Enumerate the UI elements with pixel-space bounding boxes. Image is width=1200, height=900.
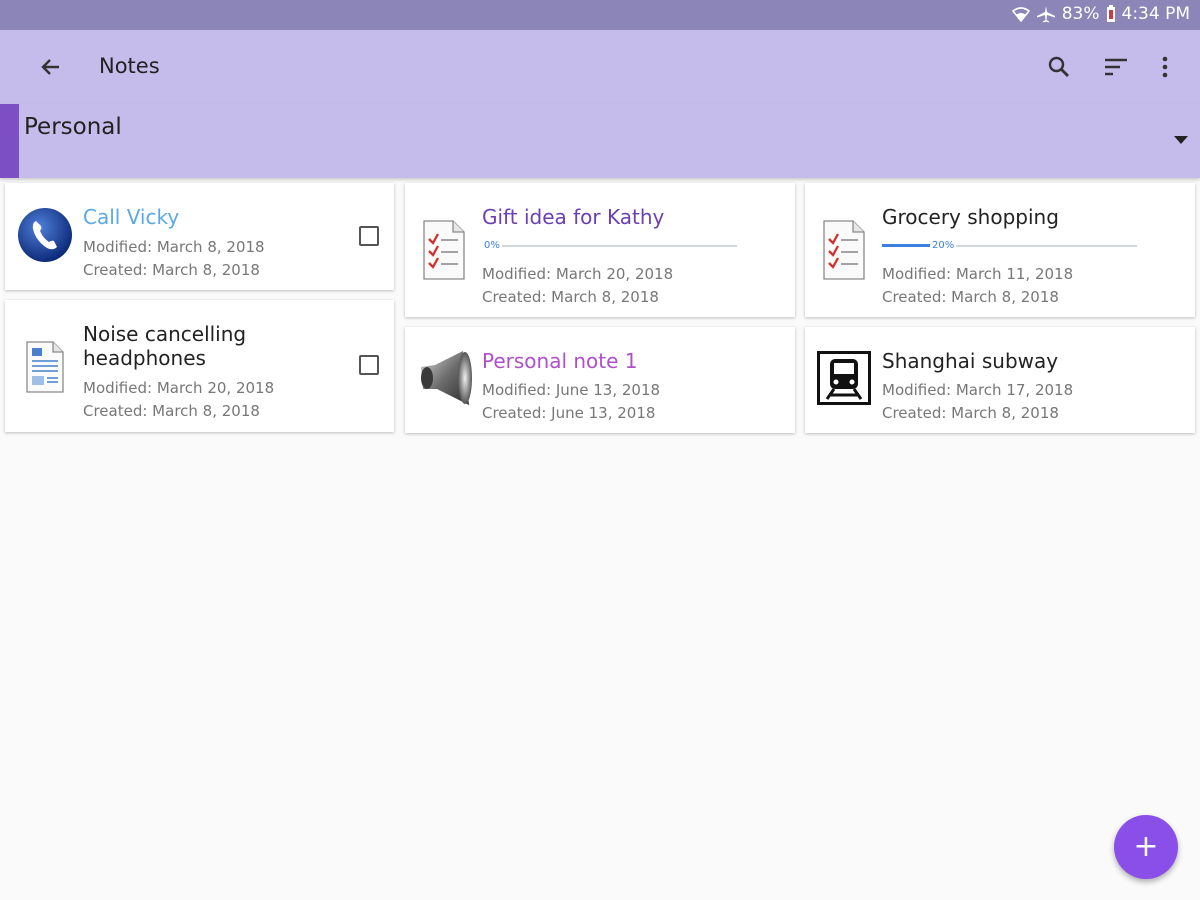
note-card[interactable]: Call Vicky Modified: March 8, 2018 Creat…	[5, 183, 394, 290]
plus-icon: +	[1133, 829, 1159, 864]
battery-percent: 83%	[1061, 4, 1100, 24]
note-checkbox[interactable]	[359, 226, 379, 246]
airplane-icon	[1036, 5, 1056, 23]
note-title: Personal note 1	[482, 349, 638, 373]
note-card[interactable]: Shanghai subway Modified: March 17, 2018…	[805, 327, 1195, 433]
note-modified: Modified: March 17, 2018	[882, 381, 1074, 399]
train-icon	[817, 351, 871, 409]
note-modified: Modified: March 8, 2018	[83, 238, 265, 256]
note-title: Noise cancelling headphones	[83, 322, 247, 370]
note-created: Created: March 8, 2018	[83, 402, 260, 420]
phone-icon	[17, 207, 73, 267]
document-icon	[23, 340, 67, 398]
speaker-icon	[415, 347, 473, 415]
note-title: Grocery shopping	[882, 205, 1059, 229]
note-title: Shanghai subway	[882, 349, 1059, 373]
note-modified: Modified: March 20, 2018	[482, 265, 674, 283]
progress-fill	[882, 244, 933, 247]
battery-icon	[1106, 5, 1116, 23]
note-card[interactable]: Gift idea for Kathy 0% Modified: March 2…	[405, 183, 795, 317]
back-arrow-icon[interactable]	[36, 52, 66, 82]
note-progress: 0%	[482, 239, 737, 253]
status-bar: 83% 4:34 PM	[0, 0, 1200, 30]
note-created: Created: March 8, 2018	[482, 288, 659, 306]
note-card[interactable]: Grocery shopping 20% Modified: March 11,…	[805, 183, 1195, 317]
checklist-icon	[419, 217, 469, 285]
search-icon[interactable]	[1044, 52, 1074, 82]
progress-label: 0%	[482, 239, 502, 253]
note-modified: Modified: June 13, 2018	[482, 381, 661, 399]
progress-track	[482, 245, 737, 247]
page-title: Notes	[99, 54, 160, 78]
app-bar: Notes	[0, 30, 1200, 104]
category-accent	[0, 104, 19, 178]
sort-icon[interactable]	[1101, 52, 1131, 82]
note-progress: 20%	[882, 239, 1137, 253]
note-title: Call Vicky	[83, 205, 180, 229]
dropdown-arrow-icon[interactable]	[1174, 136, 1188, 144]
more-vert-icon[interactable]	[1150, 52, 1180, 82]
note-card[interactable]: Personal note 1 Modified: June 13, 2018 …	[405, 327, 795, 433]
note-created: Created: March 8, 2018	[882, 288, 1059, 306]
note-created: Created: March 8, 2018	[882, 404, 1059, 422]
note-created: Created: June 13, 2018	[482, 404, 656, 422]
note-title: Gift idea for Kathy	[482, 205, 665, 229]
category-selector[interactable]: Personal	[0, 104, 1200, 178]
note-created: Created: March 8, 2018	[83, 261, 260, 279]
note-modified: Modified: March 20, 2018	[83, 379, 275, 397]
checklist-icon	[819, 217, 869, 285]
clock: 4:34 PM	[1121, 4, 1191, 24]
add-note-button[interactable]: +	[1114, 815, 1178, 879]
note-modified: Modified: March 11, 2018	[882, 265, 1074, 283]
note-card[interactable]: Noise cancelling headphones Modified: Ma…	[5, 300, 394, 432]
note-checkbox[interactable]	[359, 355, 379, 375]
progress-label: 20%	[930, 239, 957, 253]
category-label: Personal	[24, 114, 122, 140]
wifi-icon	[1011, 6, 1030, 22]
